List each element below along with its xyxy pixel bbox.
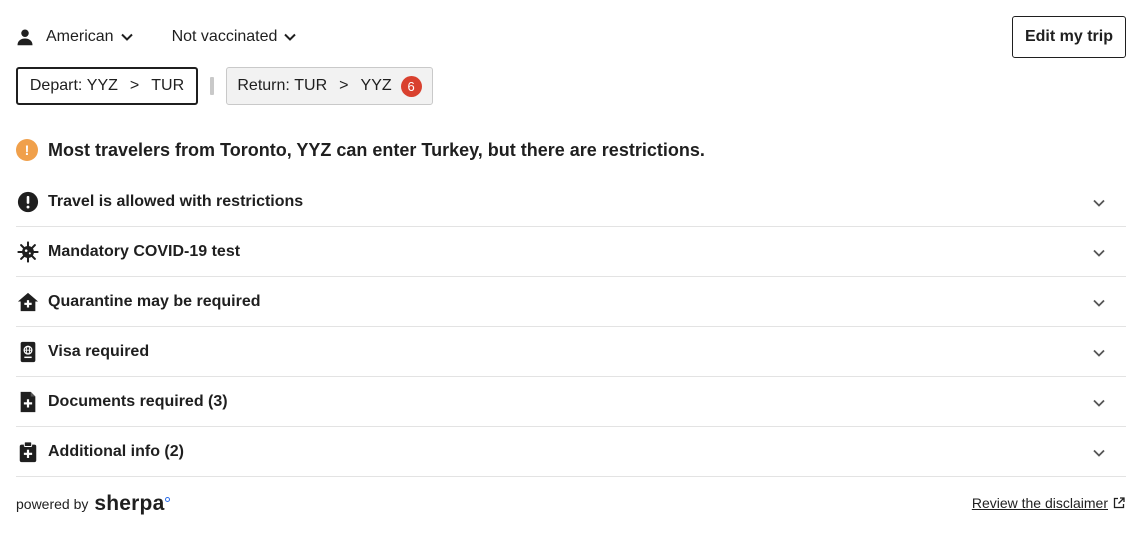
requirement-label: Additional info (2) bbox=[48, 442, 184, 460]
return-arrow: > bbox=[339, 77, 349, 94]
alert-circle-icon bbox=[16, 190, 40, 214]
depart-from: YYZ bbox=[86, 77, 118, 94]
nationality-dropdown[interactable]: American bbox=[16, 28, 134, 46]
requirement-label: Quarantine may be required bbox=[48, 292, 261, 310]
requirement-label: Visa required bbox=[48, 342, 150, 360]
powered-by-label: powered by bbox=[16, 496, 89, 512]
house-plus-icon bbox=[16, 290, 40, 314]
vaccination-label: Not vaccinated bbox=[171, 28, 278, 45]
chevron-down-icon bbox=[1092, 246, 1106, 260]
virus-icon bbox=[16, 240, 40, 264]
passport-icon bbox=[16, 340, 40, 364]
disclaimer-label: Review the disclaimer bbox=[971, 495, 1108, 511]
requirement-row-visa[interactable]: Visa required bbox=[16, 327, 1126, 377]
disclaimer-link[interactable]: Review the disclaimer bbox=[972, 495, 1125, 511]
depart-prefix: Depart: bbox=[29, 77, 83, 94]
depart-to: TUR bbox=[151, 77, 185, 94]
summary-text: Most travelers from Toronto, YYZ can ent… bbox=[48, 139, 705, 160]
nationality-label: American bbox=[46, 28, 114, 45]
requirements-list: Travel is allowed with restrictions Mand… bbox=[16, 177, 1126, 477]
chevron-down-icon bbox=[1092, 446, 1106, 460]
requirement-row-covid-test[interactable]: Mandatory COVID-19 test bbox=[16, 227, 1126, 277]
requirement-label: Documents required (3) bbox=[48, 392, 228, 410]
edit-trip-button[interactable]: Edit my trip bbox=[1012, 16, 1126, 58]
requirement-label: Travel is allowed with restrictions bbox=[48, 192, 304, 210]
chevron-down-icon bbox=[1092, 396, 1106, 410]
chevron-down-icon bbox=[1092, 196, 1106, 210]
person-icon bbox=[16, 28, 34, 46]
return-to: YYZ bbox=[360, 77, 392, 94]
brand-name: sherpa bbox=[94, 492, 165, 515]
traveler-filters: American Not vaccinated bbox=[16, 24, 297, 50]
chevron-down-icon bbox=[120, 30, 134, 44]
depart-arrow: > bbox=[129, 77, 140, 94]
segment-divider bbox=[210, 77, 214, 95]
powered-by: powered by sherpa bbox=[16, 492, 171, 516]
return-segment-button[interactable]: Return: TUR > YYZ 6 bbox=[226, 67, 433, 105]
return-prefix: Return: bbox=[237, 77, 290, 94]
external-link-icon bbox=[1113, 497, 1125, 509]
return-count-badge: 6 bbox=[400, 75, 422, 97]
document-plus-icon bbox=[16, 390, 40, 414]
requirement-label: Mandatory COVID-19 test bbox=[48, 242, 241, 260]
warning-icon: ! bbox=[16, 139, 38, 161]
return-from: TUR bbox=[294, 77, 328, 94]
clipboard-plus-icon bbox=[16, 440, 40, 464]
vaccination-dropdown[interactable]: Not vaccinated bbox=[172, 28, 298, 46]
chevron-down-icon bbox=[1092, 296, 1106, 310]
depart-segment-button[interactable]: Depart: YYZ > TUR bbox=[16, 67, 198, 105]
sherpa-logo[interactable]: sherpa bbox=[94, 492, 171, 516]
chevron-down-icon bbox=[283, 30, 297, 44]
requirement-row-quarantine[interactable]: Quarantine may be required bbox=[16, 277, 1126, 327]
requirement-row-additional-info[interactable]: Additional info (2) bbox=[16, 427, 1126, 477]
entry-summary: ! Most travelers from Toronto, YYZ can e… bbox=[16, 138, 705, 162]
requirement-row-documents[interactable]: Documents required (3) bbox=[16, 377, 1126, 427]
requirement-row-travel[interactable]: Travel is allowed with restrictions bbox=[16, 177, 1126, 227]
brand-dot-icon bbox=[165, 497, 171, 502]
chevron-down-icon bbox=[1092, 346, 1106, 360]
